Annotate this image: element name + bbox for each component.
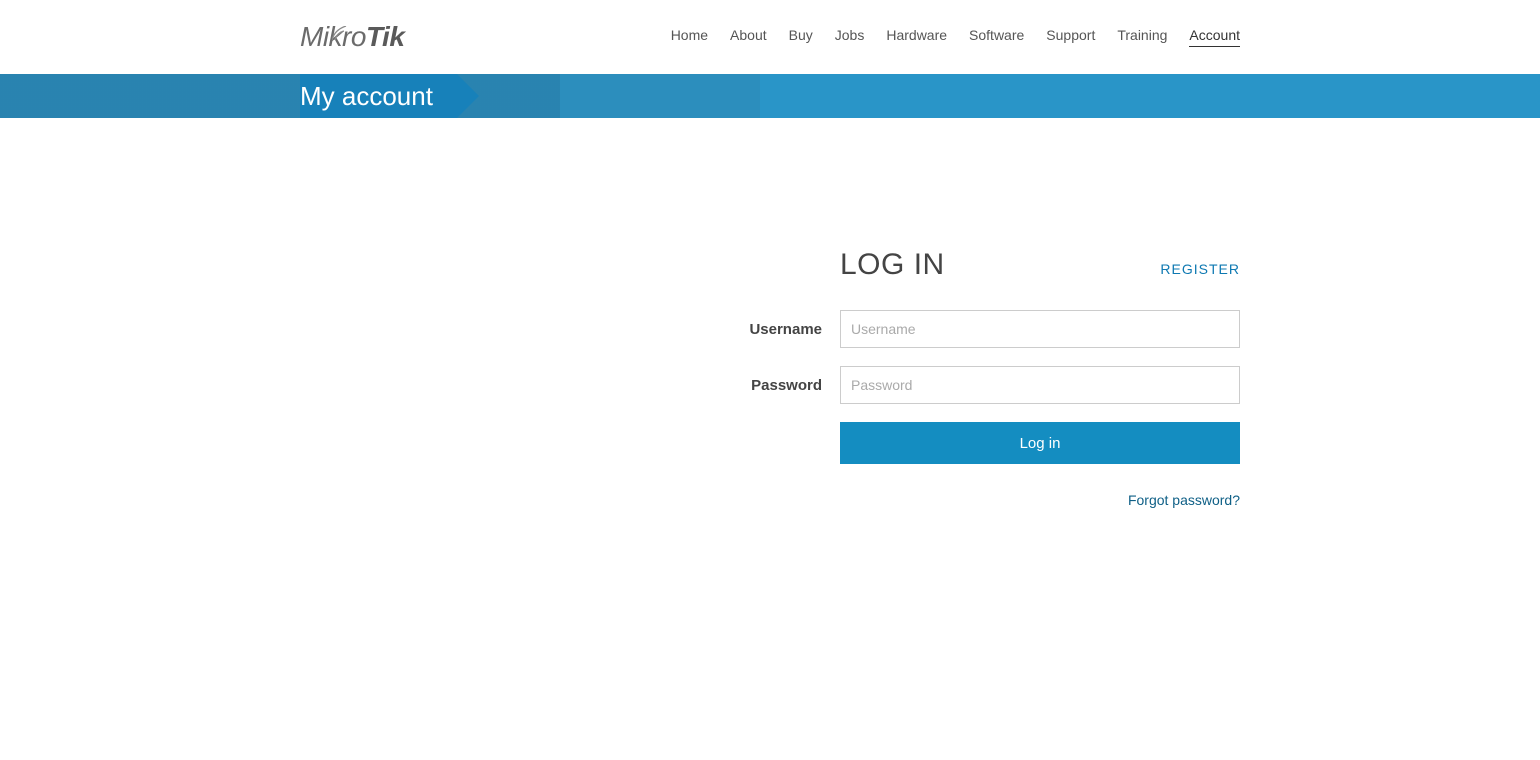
nav-software[interactable]: Software bbox=[969, 27, 1024, 47]
username-label: Username bbox=[520, 321, 840, 338]
login-button[interactable]: Log in bbox=[840, 422, 1240, 464]
nav-account[interactable]: Account bbox=[1189, 27, 1240, 47]
forgot-password-link[interactable]: Forgot password? bbox=[1128, 492, 1240, 508]
top-nav: Home About Buy Jobs Hardware Software Su… bbox=[671, 27, 1240, 47]
nav-jobs[interactable]: Jobs bbox=[835, 27, 865, 47]
brand-logo[interactable]: MikroTik bbox=[300, 21, 404, 53]
nav-training[interactable]: Training bbox=[1117, 27, 1167, 47]
password-label: Password bbox=[520, 377, 840, 394]
nav-home[interactable]: Home bbox=[671, 27, 708, 47]
nav-support[interactable]: Support bbox=[1046, 27, 1095, 47]
page-title-bar: My account bbox=[0, 74, 1540, 118]
password-input[interactable] bbox=[840, 366, 1240, 404]
page-title: My account bbox=[300, 81, 433, 112]
username-input[interactable] bbox=[840, 310, 1240, 348]
nav-buy[interactable]: Buy bbox=[789, 27, 813, 47]
register-link[interactable]: REGISTER bbox=[1160, 261, 1240, 277]
brand-waves-icon bbox=[332, 15, 354, 47]
nav-about[interactable]: About bbox=[730, 27, 767, 47]
nav-hardware[interactable]: Hardware bbox=[886, 27, 947, 47]
brand-text-part2: Tik bbox=[366, 21, 404, 53]
login-heading: LOG IN bbox=[840, 248, 945, 282]
